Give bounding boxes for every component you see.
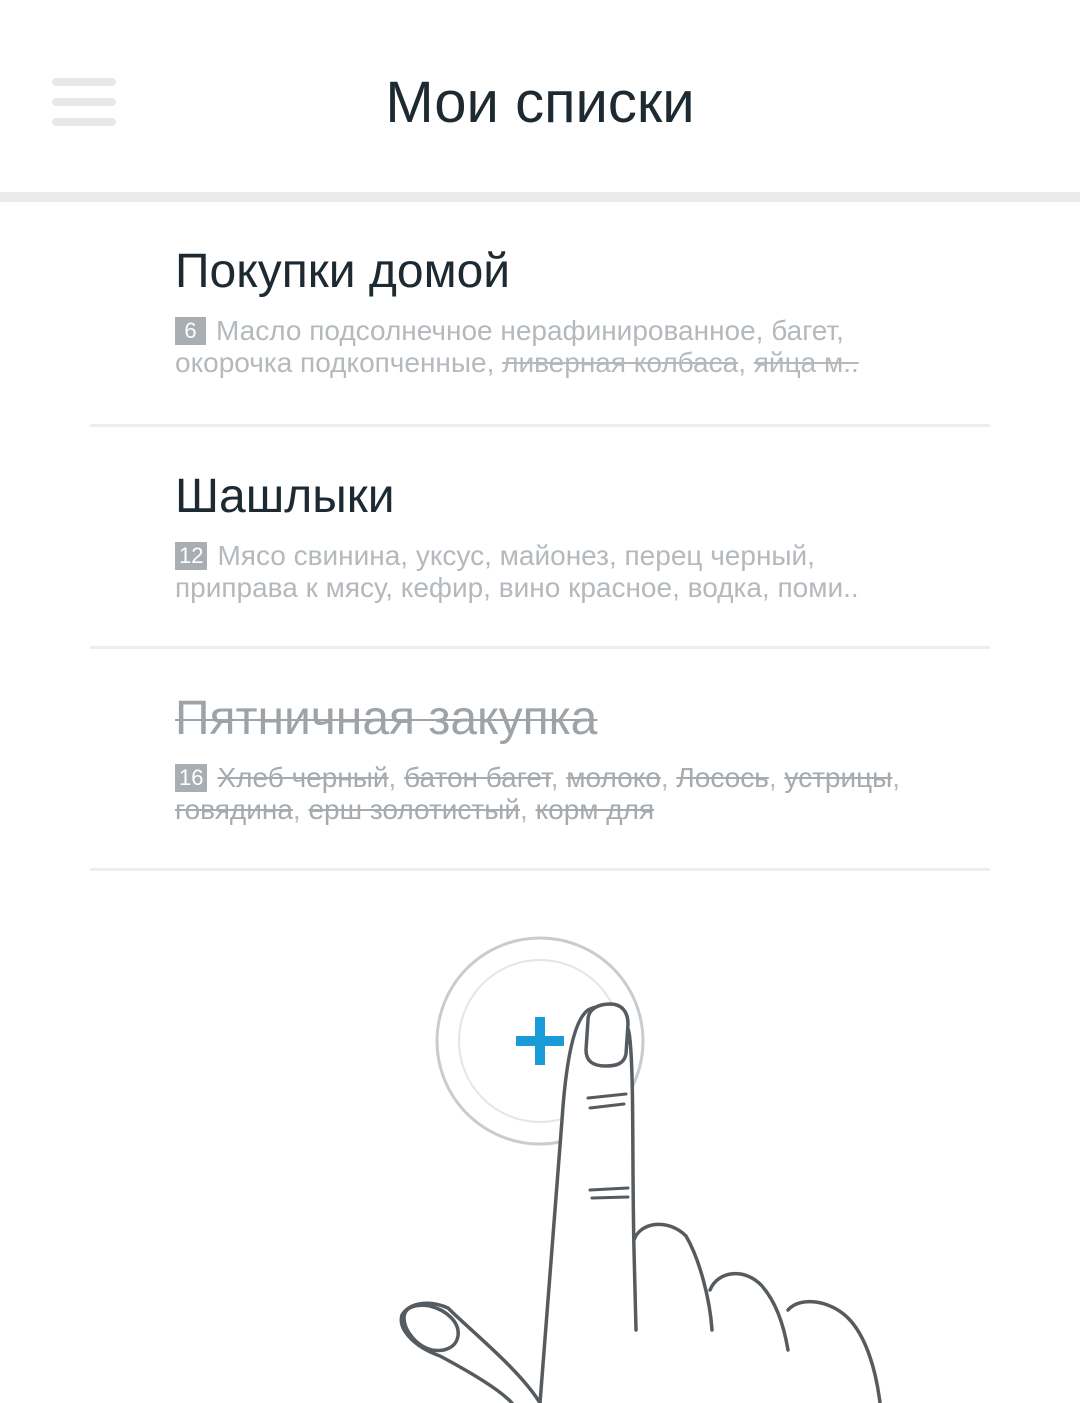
list-preview: 16 Хлеб черный, батон багет, молоко, Лосо… — [175, 762, 935, 826]
preview-text: , — [388, 762, 405, 793]
list-title-completed: Пятничная закупка — [175, 692, 598, 745]
preview-text: , — [292, 794, 309, 825]
preview-text: , — [660, 762, 677, 793]
preview-text-struck: яйца м.. — [753, 347, 859, 378]
preview-text-struck: корм для — [535, 794, 655, 825]
preview-text: , — [550, 762, 567, 793]
list-preview: 12 Мясо свинина, уксус, майонез, перец че… — [175, 540, 935, 604]
preview-text-struck: ерш золотистый — [308, 794, 520, 825]
preview-text-struck: Лосось — [676, 762, 769, 793]
app-screen: Мои списки Покупки домой 6 Масло подсолне… — [0, 0, 1080, 1403]
preview-text: , — [520, 794, 536, 825]
preview-text-struck: батон багет — [404, 762, 551, 793]
hint-illustration — [399, 936, 882, 1403]
preview-text: Мясо свинина, уксус, майонез, перец черн… — [175, 540, 859, 603]
shopping-lists: Покупки домой 6 Масло подсолнечное нерафи… — [90, 202, 990, 871]
page-title: Мои списки — [385, 70, 695, 135]
list-item-shashlyki[interactable]: Шашлыки 12 Мясо свинина, уксус, майонез, … — [90, 427, 990, 649]
app-header: Мои списки — [0, 0, 1080, 192]
list-preview: 6 Масло подсолнечное нерафинированное, ба… — [175, 315, 935, 379]
preview-text: , — [892, 762, 901, 793]
preview-text-struck: устрицы — [784, 762, 893, 793]
list-title: Шашлыки — [175, 470, 395, 523]
preview-text-struck: молоко — [566, 762, 661, 793]
preview-text-struck: Хлеб черный — [217, 762, 389, 793]
item-count-badge: 12 — [175, 542, 208, 570]
preview-text-struck: ливерная колбаса — [502, 347, 739, 378]
header-divider — [0, 192, 1080, 202]
list-item-pokupki-domoy[interactable]: Покупки домой 6 Масло подсолнечное нерафи… — [90, 202, 990, 427]
item-count-badge: 6 — [175, 317, 206, 345]
add-list-hint — [0, 900, 1080, 1403]
preview-text: , — [738, 347, 754, 378]
preview-text: , — [768, 762, 785, 793]
list-title: Покупки домой — [175, 245, 511, 298]
item-count-badge: 16 — [175, 764, 208, 792]
fingernail-shape — [584, 1002, 630, 1068]
list-item-pyatnichnaya-zakupka[interactable]: Пятничная закупка 16 Хлеб черный, батон б… — [90, 649, 990, 871]
preview-text-struck: говядина — [175, 794, 293, 825]
